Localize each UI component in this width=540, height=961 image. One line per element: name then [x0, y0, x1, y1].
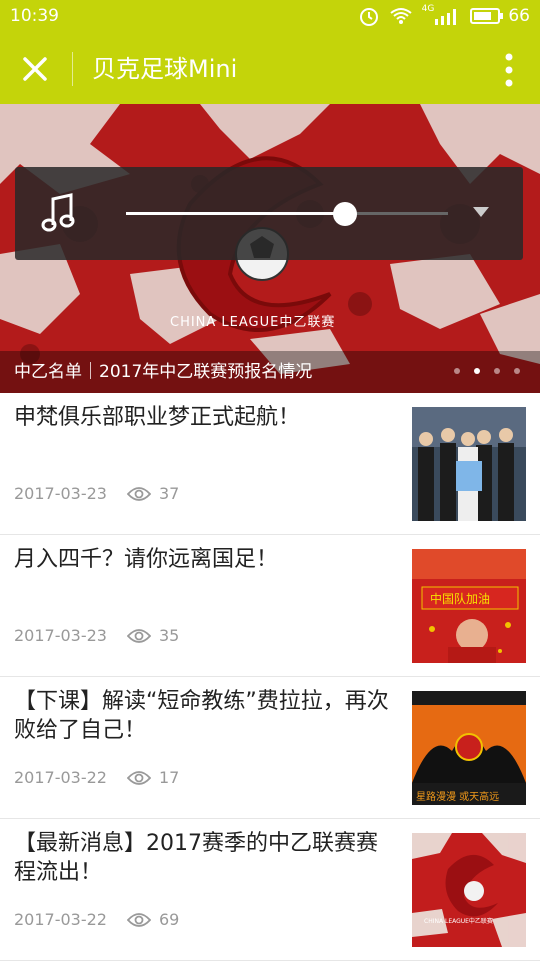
close-icon[interactable] — [20, 54, 50, 84]
article-list: 申梵俱乐部职业梦正式起航！ 2017-03-23 37 月入四千？请你远离国足！… — [0, 393, 540, 961]
battery-level: 66 — [508, 6, 530, 26]
views-eye-icon — [126, 486, 151, 501]
audio-progress-track[interactable] — [126, 202, 448, 226]
music-note-icon[interactable] — [41, 193, 77, 233]
carousel-dot[interactable] — [494, 368, 500, 374]
banner-logo-text: CHINA LEAGUE中乙联赛 — [170, 314, 335, 330]
article-meta: 2017-03-23 37 — [14, 484, 179, 503]
signal-icon — [435, 9, 457, 25]
article-date: 2017-03-22 — [14, 768, 107, 787]
article-meta: 2017-03-22 69 — [14, 910, 179, 929]
article-title: 申梵俱乐部职业梦正式起航！ — [14, 405, 301, 430]
article-thumbnail — [412, 407, 526, 521]
article-views: 17 — [158, 768, 180, 787]
audio-player — [15, 167, 523, 260]
article-views: 35 — [158, 626, 180, 645]
app-bar: 贝克足球Mini — [0, 34, 540, 104]
banner-carousel[interactable]: CHINA LEAGUE中乙联赛 中乙名单｜2017年中乙联赛预报名情况 — [0, 104, 540, 393]
article-thumbnail: 星路漫漫 或天高远 — [412, 691, 526, 805]
wifi-icon — [390, 8, 412, 24]
article-date: 2017-03-22 — [14, 910, 107, 929]
article-item[interactable]: 月入四千？请你远离国足！ 2017-03-23 35 中国队加油 — [0, 535, 540, 677]
article-thumbnail: 中国队加油 — [412, 549, 526, 663]
article-item[interactable]: 【最新消息】2017赛季的中乙联赛赛程流出！ 2017-03-22 69 CHI… — [0, 819, 540, 961]
article-thumbnail: CHINA LEAGUE中乙联赛 — [412, 833, 526, 947]
audio-progress-fill — [126, 212, 345, 215]
article-title: 月入四千？请你远离国足！ — [14, 547, 279, 572]
views-eye-icon — [126, 912, 151, 927]
banner-caption: 中乙名单｜2017年中乙联赛预报名情况 — [14, 362, 313, 382]
status-time: 10:39 — [10, 6, 59, 26]
article-date: 2017-03-23 — [14, 626, 107, 645]
article-date: 2017-03-23 — [14, 484, 107, 503]
article-title: 【下课】解读“短命教练”费拉拉，再次败给了自己！ — [14, 689, 389, 743]
carousel-dot[interactable] — [454, 368, 460, 374]
article-item[interactable]: 申梵俱乐部职业梦正式起航！ 2017-03-23 37 — [0, 393, 540, 535]
alarm-icon — [359, 8, 378, 26]
article-views: 37 — [158, 484, 180, 503]
article-views: 69 — [158, 910, 180, 929]
thumb-banner-text: 中国队加油 — [430, 591, 490, 606]
app-title: 贝克足球Mini — [92, 55, 238, 83]
carousel-indicator — [454, 368, 520, 374]
app-bar-divider — [72, 52, 73, 86]
views-eye-icon — [126, 770, 151, 785]
views-eye-icon — [126, 628, 151, 643]
carousel-dot[interactable] — [514, 368, 520, 374]
network-type: 4G — [421, 4, 435, 14]
audio-progress-handle[interactable] — [332, 202, 357, 226]
status-bar: 10:39 4G 66 — [0, 0, 540, 34]
battery-icon — [470, 8, 504, 24]
thumb-poster-text: 星路漫漫 或天高远 — [416, 790, 499, 803]
banner-caption-bar: 中乙名单｜2017年中乙联赛预报名情况 — [0, 351, 540, 393]
article-item[interactable]: 【下课】解读“短命教练”费拉拉，再次败给了自己！ 2017-03-22 17 星… — [0, 677, 540, 819]
carousel-dot[interactable] — [474, 368, 480, 374]
player-dropdown-icon[interactable] — [473, 207, 489, 217]
article-meta: 2017-03-23 35 — [14, 626, 179, 645]
article-title: 【最新消息】2017赛季的中乙联赛赛程流出！ — [14, 831, 378, 885]
article-meta: 2017-03-22 17 — [14, 768, 179, 787]
more-options-icon[interactable] — [504, 52, 514, 88]
thumb-logo-text: CHINA LEAGUE中乙联赛 — [424, 917, 493, 925]
